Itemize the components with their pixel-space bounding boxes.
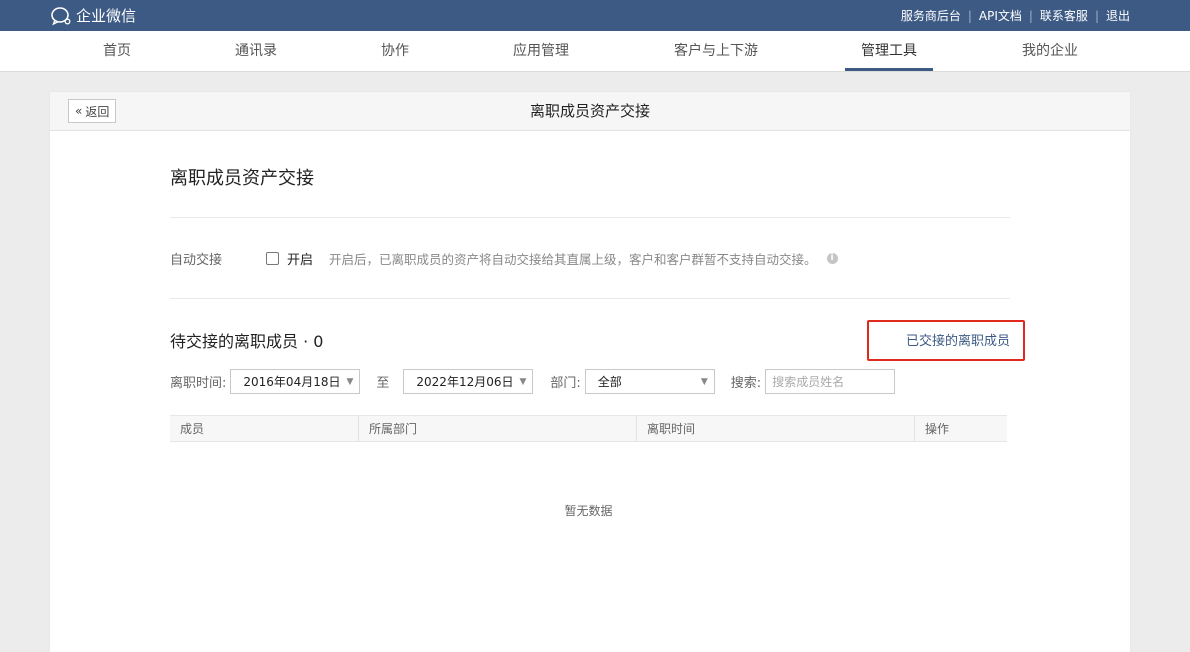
caret-down-icon: ▼ (346, 376, 354, 387)
wecom-logo-icon (51, 6, 71, 25)
column-leave-time[interactable]: 离职时间 (636, 416, 914, 441)
tab-home[interactable]: 首页 (103, 31, 131, 71)
column-actions[interactable]: 操作 (914, 416, 1007, 441)
caret-down-icon: ▼ (700, 376, 708, 387)
date-range-to-label: 至 (376, 376, 390, 391)
department-value: 全部 (597, 375, 622, 389)
content-card: « 返回 离职成员资产交接 离职成员资产交接 自动交接 开启 开启后，已离职成员… (50, 92, 1130, 652)
auto-transfer-row: 自动交接 开启 开启后，已离职成员的资产将自动交接给其直属上级，客户和客户群暂不… (170, 249, 1030, 268)
divider (170, 298, 1010, 299)
tab-app-management[interactable]: 应用管理 (513, 31, 569, 71)
contact-support-link[interactable]: 联系客服 (1040, 7, 1088, 24)
end-date-select[interactable]: 2022年12月06日 ▼ (403, 369, 534, 394)
column-department[interactable]: 所属部门 (358, 416, 636, 441)
tab-customers[interactable]: 客户与上下游 (674, 31, 758, 71)
caret-down-icon: ▼ (519, 376, 527, 387)
card-header: « 返回 离职成员资产交接 (50, 92, 1130, 131)
main-nav: 首页 通讯录 协作 应用管理 客户与上下游 管理工具 我的企业 (0, 31, 1190, 72)
tab-collaboration[interactable]: 协作 (381, 31, 409, 71)
member-search-input[interactable] (765, 369, 896, 394)
pending-members-title: 待交接的离职成员 · 0 (170, 332, 324, 351)
back-button[interactable]: « 返回 (68, 99, 117, 123)
link-separator: | (1094, 8, 1099, 23)
leave-time-label: 离职时间: (170, 376, 227, 391)
auto-transfer-label: 自动交接 (170, 253, 223, 268)
filter-row: 离职时间: 2016年04月18日 ▼ 至 2022年12月06日 ▼ 部门: … (170, 369, 896, 394)
department-select[interactable]: 全部 ▼ (584, 369, 715, 394)
end-date-value: 2022年12月06日 (416, 375, 514, 389)
divider (170, 217, 1010, 218)
double-chevron-left-icon: « (75, 104, 83, 118)
empty-state: 暂无数据 (564, 504, 613, 518)
api-docs-link[interactable]: API文档 (979, 7, 1022, 24)
department-label: 部门: (550, 376, 581, 391)
page-title: 离职成员资产交接 (529, 102, 650, 120)
provider-console-link[interactable]: 服务商后台 (901, 7, 961, 24)
top-links: 服务商后台 | API文档 | 联系客服 | 退出 (901, 7, 1130, 24)
transferred-members-link[interactable]: 已交接的离职成员 (906, 330, 1010, 349)
link-separator: | (967, 8, 972, 23)
top-bar: 企业微信 服务商后台 | API文档 | 联系客服 | 退出 (0, 0, 1190, 31)
column-member[interactable]: 成员 (170, 416, 358, 441)
back-label: 返回 (85, 104, 110, 119)
start-date-select[interactable]: 2016年04月18日 ▼ (230, 369, 361, 394)
info-icon[interactable]: i (826, 253, 838, 264)
section-title: 离职成员资产交接 (170, 168, 314, 189)
table-header: 成员 所属部门 离职时间 操作 (170, 415, 1007, 442)
tab-my-enterprise[interactable]: 我的企业 (1022, 31, 1078, 71)
auto-transfer-checkbox[interactable] (266, 252, 279, 265)
start-date-value: 2016年04月18日 (243, 375, 341, 389)
enable-label[interactable]: 开启 (287, 249, 313, 268)
brand-name: 企业微信 (76, 7, 137, 25)
brand[interactable]: 企业微信 (50, 5, 136, 26)
link-separator: | (1028, 8, 1033, 23)
search-label: 搜索: (730, 376, 762, 391)
auto-transfer-hint: 开启后，已离职成员的资产将自动交接给其直属上级，客户和客户群暂不支持自动交接。 (329, 252, 817, 267)
tab-contacts[interactable]: 通讯录 (235, 31, 277, 71)
logout-link[interactable]: 退出 (1106, 7, 1130, 24)
tab-management-tools[interactable]: 管理工具 (845, 31, 933, 71)
